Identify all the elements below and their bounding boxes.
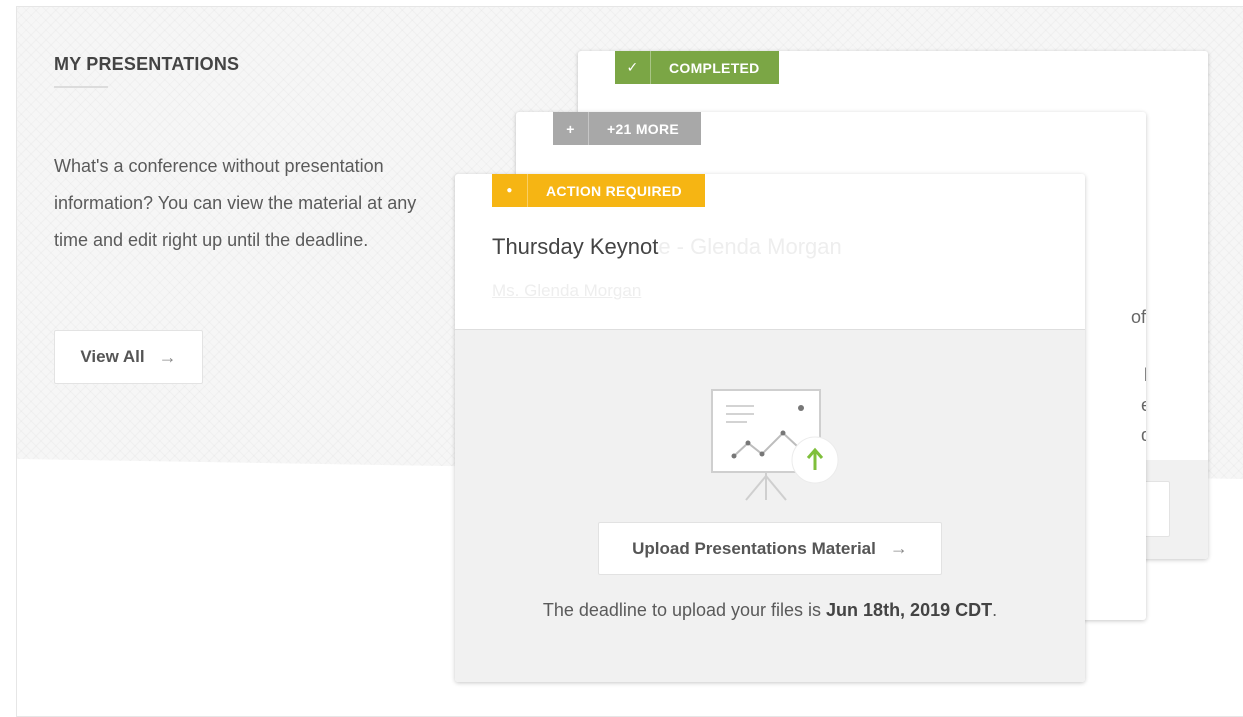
check-icon: ✓ xyxy=(615,51,651,84)
presentation-card-action-required[interactable]: ● ACTION REQUIRED Thursday Keynote - Gle… xyxy=(455,174,1085,682)
badge-label: COMPLETED xyxy=(669,59,760,76)
view-all-label: View All xyxy=(80,347,145,366)
dot-icon: ● xyxy=(492,174,528,207)
card-text-fragment: of xyxy=(1131,307,1146,327)
badge-label: ACTION REQUIRED xyxy=(546,182,682,199)
presentation-title-visible: Thursday Keynot xyxy=(492,234,659,259)
card-text-fragment: d xyxy=(1141,420,1146,450)
intro-text: What's a conference without presentation… xyxy=(54,156,417,250)
status-badge-completed: ✓ COMPLETED xyxy=(615,51,779,84)
presentation-upload-icon xyxy=(711,389,839,501)
status-badge-action-required: ● ACTION REQUIRED xyxy=(492,174,705,207)
deadline-date: Jun 18th, 2019 CDT xyxy=(826,600,993,620)
section-title: MY PRESENTATIONS xyxy=(54,54,240,74)
status-badge-more: + +21 MORE xyxy=(553,112,701,145)
deadline-suffix: . xyxy=(992,600,998,620)
presentation-title-faded: e - Glenda Morgan xyxy=(658,234,842,259)
card-text-fragment: e xyxy=(1141,390,1146,420)
plus-icon: + xyxy=(553,112,589,145)
arrow-right-icon: → xyxy=(889,538,908,558)
view-all-button[interactable]: View All → xyxy=(54,330,203,384)
arrow-right-icon: → xyxy=(158,346,177,367)
upload-material-label: Upload Presentations Material xyxy=(632,538,876,558)
speaker-link[interactable]: Ms. Glenda Morgan xyxy=(492,281,641,301)
deadline-text: The deadline to upload your files is Jun… xyxy=(455,600,1085,621)
badge-label: +21 MORE xyxy=(607,120,680,137)
deadline-prefix: The deadline to upload your files is xyxy=(542,600,827,620)
presentation-title[interactable]: Thursday Keynote - Glenda Morgan xyxy=(492,234,842,260)
title-underline xyxy=(54,86,108,88)
card-text-fragment: l xyxy=(1144,360,1146,390)
upload-section: Upload Presentations Material → The dead… xyxy=(455,329,1085,682)
upload-material-button[interactable]: Upload Presentations Material → xyxy=(598,522,942,575)
